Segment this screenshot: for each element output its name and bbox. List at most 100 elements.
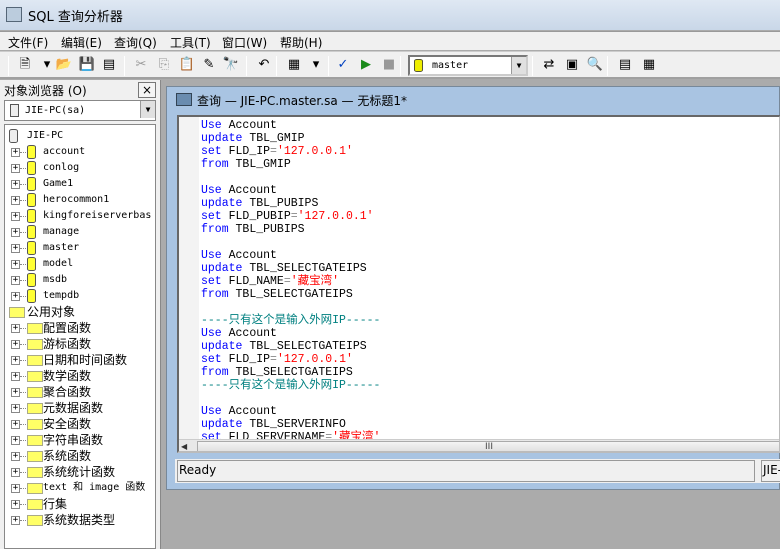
chevron-down-icon[interactable]: ▼ [140, 101, 155, 118]
menu-item[interactable]: 查询(Q) [114, 34, 157, 51]
tree-label: master [43, 242, 80, 253]
database-icon [414, 59, 423, 72]
expand-icon[interactable]: + [11, 484, 20, 493]
parse-check-icon[interactable]: ✓ [334, 57, 352, 73]
code-token: TBL_SELECTGATEIPS [235, 288, 353, 301]
tree-label: account [43, 146, 86, 157]
expand-icon[interactable]: + [11, 276, 20, 285]
code-token: update [201, 132, 243, 145]
tree-label: 日期和时间函数 [43, 353, 128, 367]
database-icon [27, 177, 36, 191]
stop-icon[interactable]: ■ [380, 57, 398, 73]
estimated-plan-icon[interactable]: 🔍 [586, 57, 604, 73]
expand-icon[interactable]: + [11, 212, 20, 221]
expand-icon[interactable]: + [11, 260, 20, 269]
menu-item[interactable]: 窗口(W) [222, 34, 267, 51]
code-text[interactable]: Use Account update TBL_GMIP set FLD_IP='12… [201, 119, 380, 444]
cut-icon[interactable]: ✂ [132, 57, 150, 73]
tree-line [20, 360, 26, 361]
show-results-icon[interactable]: ▦ [640, 57, 658, 73]
menu-item[interactable]: 文件(F) [8, 34, 48, 51]
database-select[interactable]: master ▼ [408, 55, 528, 76]
close-button[interactable]: × [138, 82, 156, 98]
copy-icon[interactable]: ⎘ [155, 57, 173, 73]
menu-item[interactable]: 工具(T) [170, 34, 211, 51]
title-bar: SQL 查询分析器 [0, 0, 780, 30]
expand-icon[interactable]: + [11, 388, 20, 397]
dropdown-icon[interactable]: ▾ [38, 57, 56, 73]
find-icon[interactable]: 🔭 [222, 57, 240, 73]
properties-icon[interactable]: ▤ [616, 57, 634, 73]
load-script-icon[interactable]: ▤ [100, 57, 118, 73]
expand-icon[interactable]: + [11, 500, 20, 509]
open-icon[interactable]: 📂 [55, 57, 73, 73]
results-grid-icon[interactable]: ▦ [285, 57, 303, 73]
tree-line [20, 440, 26, 441]
code-line: from TBL_GMIP [201, 158, 380, 171]
object-search-icon[interactable]: ▣ [563, 57, 581, 73]
tree-label: 聚合函数 [43, 385, 92, 399]
tree-label: 配置函数 [43, 321, 92, 335]
folder-icon [27, 435, 43, 446]
expand-icon[interactable]: + [11, 420, 20, 429]
tree-line [20, 408, 26, 409]
expand-icon[interactable]: + [11, 164, 20, 173]
toolbar-separator [246, 56, 247, 76]
tree-line [20, 296, 26, 297]
execute-icon[interactable]: ▶ [357, 57, 375, 73]
chevron-down-icon[interactable]: ▼ [511, 57, 526, 74]
save-icon[interactable]: 💾 [78, 57, 96, 73]
tree-label: tempdb [43, 290, 80, 301]
expand-icon[interactable]: + [11, 356, 20, 365]
clear-icon[interactable]: ✎ [200, 57, 218, 73]
code-token: = [270, 145, 277, 158]
scroll-thumb[interactable]: III [197, 441, 779, 451]
code-token: Use [201, 249, 222, 262]
expand-icon[interactable]: + [11, 404, 20, 413]
expand-icon[interactable]: + [11, 340, 20, 349]
expand-icon[interactable]: + [11, 228, 20, 237]
undo-icon[interactable]: ↶ [255, 57, 273, 73]
new-query-icon[interactable]: 🗎 [16, 57, 34, 73]
expand-icon[interactable]: + [11, 180, 20, 189]
tree-label: 系统统计函数 [43, 465, 116, 479]
folder-icon [27, 419, 43, 430]
paste-icon[interactable]: 📋 [178, 57, 196, 73]
expand-icon[interactable]: + [11, 516, 20, 525]
menu-item[interactable]: 编辑(E) [61, 34, 102, 51]
expand-icon[interactable]: + [11, 436, 20, 445]
tree-label: manage [43, 226, 80, 237]
menu-item[interactable]: 帮助(H) [280, 34, 322, 51]
expand-icon[interactable]: + [11, 324, 20, 333]
expand-icon[interactable]: + [11, 196, 20, 205]
expand-icon[interactable]: + [11, 148, 20, 157]
database-icon [27, 225, 36, 239]
expand-icon[interactable]: + [11, 292, 20, 301]
code-token: TBL_PUBIPS [249, 197, 319, 210]
object-browser-icon[interactable]: ⇄ [540, 57, 558, 73]
query-icon [176, 93, 192, 106]
expand-icon[interactable]: + [11, 372, 20, 381]
tree-label: 元数据函数 [43, 401, 104, 415]
server-icon [9, 129, 18, 143]
code-token: = [283, 275, 291, 288]
code-line: Use Account [201, 327, 380, 340]
tree-line [20, 264, 26, 265]
expand-icon[interactable]: + [11, 468, 20, 477]
scroll-left-icon[interactable]: ◀ [181, 442, 187, 451]
expand-icon[interactable]: + [11, 452, 20, 461]
code-token: ----只有这个是输入外网IP----- [201, 314, 381, 327]
sql-editor[interactable]: Use Account update TBL_GMIP set FLD_IP='12… [177, 115, 780, 453]
server-select[interactable]: JIE-PC(sa) ▼ [4, 100, 156, 121]
code-token: FLD_PUBIP [228, 210, 291, 223]
expand-icon[interactable]: + [11, 244, 20, 253]
horizontal-scrollbar[interactable]: ◀ III [179, 439, 779, 451]
folder-icon [27, 339, 43, 350]
folder-icon [27, 323, 43, 334]
code-line: ----只有这个是输入外网IP----- [201, 314, 380, 327]
code-line: Use Account [201, 184, 380, 197]
dropdown-icon[interactable]: ▾ [307, 57, 325, 73]
tree-line [20, 232, 26, 233]
toolbar: master ▼ 🗎 ▾ 📂 💾 ▤ ✂ ⎘ 📋 ✎ 🔭 ↶ ▦ ▾ ✓ ▶ ■ ⇄ ▣ 🔍 ▤ ▦ [0, 51, 780, 79]
